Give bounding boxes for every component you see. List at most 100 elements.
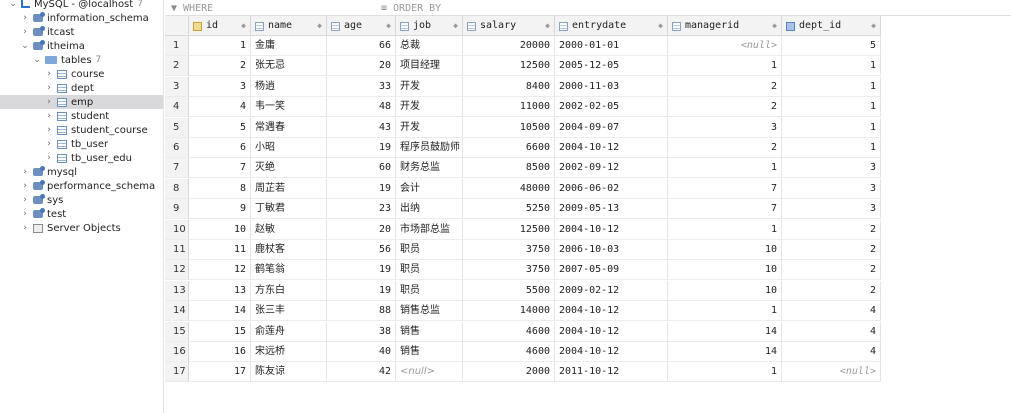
- cell-entrydate[interactable]: 2000-11-03: [555, 76, 668, 97]
- cell-id[interactable]: 9: [189, 199, 251, 220]
- cell-id[interactable]: 3: [189, 76, 251, 97]
- cell-name[interactable]: 周芷若: [251, 178, 327, 199]
- chevron-right-icon[interactable]: ›: [44, 83, 54, 93]
- cell-entrydate[interactable]: 2007-05-09: [555, 260, 668, 281]
- cell-id[interactable]: 6: [189, 138, 251, 158]
- cell-managerid[interactable]: 7: [668, 178, 782, 199]
- cell-entrydate[interactable]: 2004-10-12: [555, 219, 668, 240]
- chevron-right-icon[interactable]: ›: [44, 125, 54, 135]
- cell-managerid[interactable]: 1: [668, 362, 782, 383]
- cell-managerid[interactable]: 1: [668, 301, 782, 322]
- cell-age[interactable]: 19: [327, 260, 396, 281]
- cell-id[interactable]: 10: [189, 219, 251, 240]
- table-row[interactable]: 7 7 灭绝 60 财务总监 8500 2002-09-12 1 3: [165, 158, 881, 179]
- row-number[interactable]: 7: [165, 158, 189, 179]
- cell-dept-id[interactable]: 4: [782, 342, 881, 362]
- chevron-right-icon[interactable]: ›: [20, 181, 30, 191]
- cell-id[interactable]: 17: [189, 362, 251, 383]
- chevron-down-icon[interactable]: ⌄: [32, 55, 42, 65]
- row-number[interactable]: 4: [165, 97, 189, 118]
- table-row[interactable]: 10 10 赵敏 20 市场部总监 12500 2004-10-12 1 2: [165, 219, 881, 240]
- cell-managerid[interactable]: 10: [668, 260, 782, 281]
- row-number[interactable]: 13: [165, 280, 189, 301]
- cell-dept-id[interactable]: 3: [782, 158, 881, 179]
- cell-salary[interactable]: 12500: [463, 56, 555, 77]
- cell-job[interactable]: 财务总监: [396, 158, 463, 179]
- cell-age[interactable]: 60: [327, 158, 396, 179]
- cell-salary[interactable]: 6600: [463, 138, 555, 158]
- cell-name[interactable]: 俞莲舟: [251, 321, 327, 342]
- row-number[interactable]: 3: [165, 76, 189, 97]
- table-row[interactable]: 17 17 陈友谅 42 <null> 2000 2011-10-12 1 <null>: [165, 362, 881, 383]
- cell-id[interactable]: 13: [189, 280, 251, 301]
- sort-arrows-icon[interactable]: ◆: [386, 16, 391, 36]
- cell-managerid[interactable]: 3: [668, 117, 782, 138]
- cell-entrydate[interactable]: 2002-09-12: [555, 158, 668, 179]
- cell-id[interactable]: 5: [189, 117, 251, 138]
- tree-item-tables[interactable]: ⌄ tables 7: [0, 53, 163, 67]
- row-number[interactable]: 8: [165, 178, 189, 199]
- table-row[interactable]: 3 3 杨逍 33 开发 8400 2000-11-03 2 1: [165, 76, 881, 97]
- cell-managerid[interactable]: 1: [668, 219, 782, 240]
- cell-entrydate[interactable]: 2004-09-07: [555, 117, 668, 138]
- cell-age[interactable]: 48: [327, 97, 396, 118]
- cell-job[interactable]: 会计: [396, 178, 463, 199]
- cell-salary[interactable]: 8500: [463, 158, 555, 179]
- cell-salary[interactable]: 5500: [463, 280, 555, 301]
- cell-age[interactable]: 88: [327, 301, 396, 322]
- cell-entrydate[interactable]: 2006-10-03: [555, 240, 668, 260]
- column-header-id[interactable]: id ◆: [189, 16, 251, 36]
- tree-item-performance-schema[interactable]: › performance_schema: [0, 179, 163, 193]
- row-number[interactable]: 16: [165, 342, 189, 362]
- cell-managerid[interactable]: 2: [668, 138, 782, 158]
- column-header-age[interactable]: age ◆: [327, 16, 396, 36]
- cell-name[interactable]: 小昭: [251, 138, 327, 158]
- cell-managerid[interactable]: 10: [668, 280, 782, 301]
- cell-dept-id[interactable]: 1: [782, 97, 881, 118]
- cell-dept-id[interactable]: 1: [782, 138, 881, 158]
- cell-id[interactable]: 7: [189, 158, 251, 179]
- cell-dept-id[interactable]: 4: [782, 301, 881, 322]
- cell-dept-id[interactable]: 1: [782, 117, 881, 138]
- cell-job[interactable]: 总裁: [396, 36, 463, 56]
- cell-job[interactable]: 职员: [396, 240, 463, 260]
- cell-age[interactable]: 20: [327, 56, 396, 77]
- cell-name[interactable]: 方东白: [251, 280, 327, 301]
- table-row[interactable]: 11 11 鹿杖客 56 职员 3750 2006-10-03 10 2: [165, 240, 881, 260]
- cell-salary[interactable]: 2000: [463, 362, 555, 383]
- cell-age[interactable]: 66: [327, 36, 396, 56]
- cell-age[interactable]: 19: [327, 138, 396, 158]
- sort-arrows-icon[interactable]: ◆: [317, 16, 322, 36]
- cell-salary[interactable]: 4600: [463, 321, 555, 342]
- cell-job[interactable]: 市场部总监: [396, 219, 463, 240]
- cell-age[interactable]: 56: [327, 240, 396, 260]
- chevron-right-icon[interactable]: ›: [20, 167, 30, 177]
- cell-managerid[interactable]: 1: [668, 158, 782, 179]
- cell-salary[interactable]: 3750: [463, 240, 555, 260]
- cell-name[interactable]: 丁敏君: [251, 199, 327, 220]
- cell-salary[interactable]: 5250: [463, 199, 555, 220]
- cell-dept-id[interactable]: <null>: [782, 362, 881, 383]
- cell-job[interactable]: 销售: [396, 321, 463, 342]
- table-row[interactable]: 2 2 张无忌 20 项目经理 12500 2005-12-05 1 1: [165, 56, 881, 77]
- cell-age[interactable]: 33: [327, 76, 396, 97]
- tree-item-itheima[interactable]: ⌄ itheima: [0, 39, 163, 53]
- cell-entrydate[interactable]: 2009-02-12: [555, 280, 668, 301]
- row-number[interactable]: 15: [165, 321, 189, 342]
- cell-entrydate[interactable]: 2011-10-12: [555, 362, 668, 383]
- cell-age[interactable]: 19: [327, 178, 396, 199]
- chevron-right-icon[interactable]: ›: [44, 139, 54, 149]
- cell-entrydate[interactable]: 2004-10-12: [555, 321, 668, 342]
- row-number[interactable]: 11: [165, 240, 189, 260]
- tree-item-dept[interactable]: › dept: [0, 81, 163, 95]
- cell-entrydate[interactable]: 2009-05-13: [555, 199, 668, 220]
- cell-entrydate[interactable]: 2004-10-12: [555, 342, 668, 362]
- row-number[interactable]: 2: [165, 56, 189, 77]
- table-row[interactable]: 12 12 鹤笔翁 19 职员 3750 2007-05-09 10 2: [165, 260, 881, 281]
- cell-salary[interactable]: 11000: [463, 97, 555, 118]
- cell-name[interactable]: 金庸: [251, 36, 327, 56]
- table-row[interactable]: 1 1 金庸 66 总裁 20000 2000-01-01 <null> 5: [165, 36, 881, 56]
- tree-item-tb-user-edu[interactable]: › tb_user_edu: [0, 151, 163, 165]
- cell-entrydate[interactable]: 2000-01-01: [555, 36, 668, 56]
- cell-age[interactable]: 38: [327, 321, 396, 342]
